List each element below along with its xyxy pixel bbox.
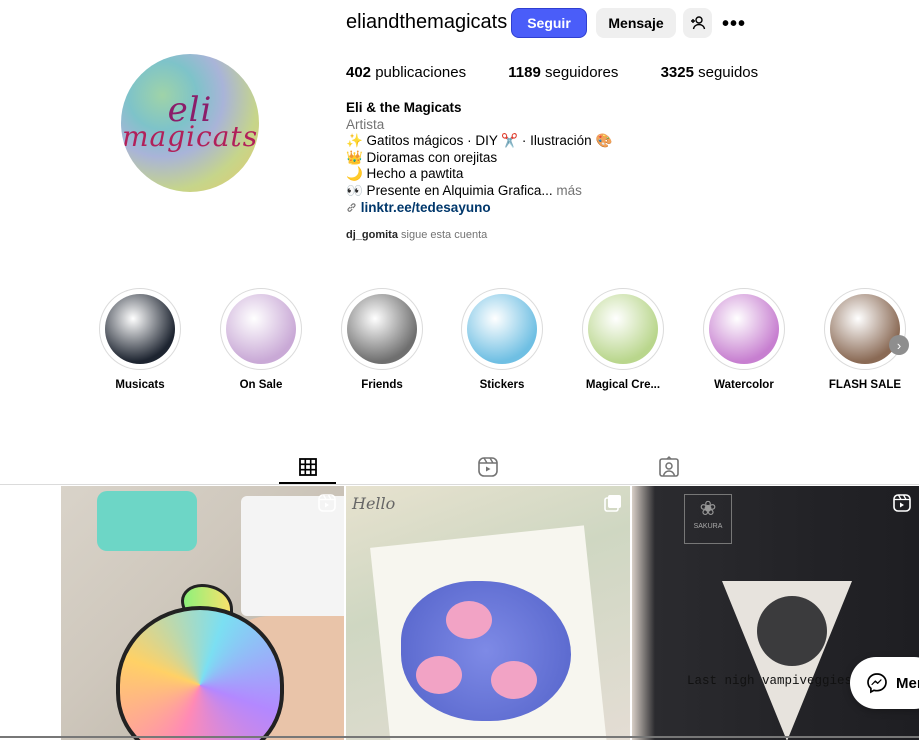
post-decor: [241, 496, 344, 616]
highlight-ring: [824, 288, 906, 370]
post-caption: Last nigh vampiveggies: [687, 674, 853, 688]
post-brand-text: SAKURA: [693, 523, 723, 530]
highlight-cover: [347, 294, 417, 364]
profile-username: eliandthemagicats: [346, 11, 508, 33]
posts-label: publicaciones: [375, 64, 467, 81]
highlight-ring: [703, 288, 785, 370]
reels-icon: [478, 457, 498, 477]
link-icon: [347, 202, 356, 212]
highlight-label: Magical Cre...: [585, 379, 661, 391]
posts-count: 402: [346, 64, 372, 81]
highlight-label: FLASH SALE: [828, 379, 902, 391]
profile-bio: Eli & the Magicats Artista ✨ Gatitos mág…: [346, 100, 612, 216]
highlight-item[interactable]: Friends: [341, 288, 423, 391]
tab-posts[interactable]: [280, 452, 336, 482]
followers-label: seguidores: [545, 64, 619, 81]
highlight-cover: [830, 294, 900, 364]
post-decor: [757, 596, 827, 666]
post-decor: [416, 656, 462, 694]
bio-line: ✨ Gatitos mágicos · DIY ✂️ · Ilustración…: [346, 133, 613, 149]
highlight-item[interactable]: Musicats: [99, 288, 181, 391]
messages-button[interactable]: Mer: [850, 657, 919, 709]
messenger-icon: [867, 673, 887, 694]
highlight-label: Musicats: [115, 379, 165, 391]
bio-line: 🌙 Hecho a pawtita: [346, 166, 464, 182]
following-label: seguidos: [698, 64, 759, 81]
following-stat[interactable]: 3325 seguidos: [661, 64, 759, 81]
highlight-ring: [582, 288, 664, 370]
more-options-icon[interactable]: •••: [722, 13, 746, 36]
bottom-edge: [0, 736, 919, 738]
highlight-item[interactable]: Magical Cre...: [582, 288, 664, 391]
profile-avatar[interactable]: eli magicats: [121, 54, 259, 192]
highlight-item[interactable]: Stickers: [461, 288, 543, 391]
followed-by-text: sigue esta cuenta: [401, 229, 488, 241]
profile-stats: 402 publicaciones 1189 seguidores 3325 s…: [346, 64, 796, 81]
highlight-item[interactable]: Watercolor: [703, 288, 785, 391]
highlight-cover: [709, 294, 779, 364]
bio-external-link[interactable]: linktr.ee/tedesayuno: [361, 200, 491, 215]
add-user-icon: [690, 16, 705, 30]
highlights-next-button[interactable]: ›: [889, 335, 909, 355]
highlight-ring: [461, 288, 543, 370]
highlight-item[interactable]: On Sale: [220, 288, 302, 391]
post-decor: [401, 581, 571, 721]
message-button[interactable]: Mensaje: [596, 8, 676, 38]
highlight-ring: [341, 288, 423, 370]
post-decor: [491, 661, 537, 699]
highlight-cover: [588, 294, 658, 364]
suggest-users-button[interactable]: [683, 8, 712, 38]
tab-reels[interactable]: [460, 452, 516, 482]
post-caption: Hello: [352, 494, 396, 513]
tabs-divider: [0, 484, 919, 485]
post-decor: [446, 601, 492, 639]
messages-label: Mer: [896, 674, 919, 692]
bio-name: Eli & the Magicats: [346, 100, 462, 115]
followed-by-user[interactable]: dj_gomita: [346, 229, 398, 241]
chevron-right-icon: ›: [896, 337, 902, 353]
followed-by-note: dj_gomita sigue esta cuenta: [346, 229, 487, 241]
follow-button[interactable]: Seguir: [511, 8, 587, 38]
highlight-ring: [99, 288, 181, 370]
avatar-text-magicats: magicats: [121, 120, 259, 153]
tab-tagged[interactable]: [641, 452, 697, 482]
post-tile[interactable]: [61, 486, 344, 740]
bio-line: 👑 Dioramas con orejitas: [346, 149, 498, 165]
bio-link-row[interactable]: linktr.ee/tedesayuno: [346, 200, 612, 217]
post-brand-label: ❀ SAKURA: [684, 494, 732, 544]
highlight-label: On Sale: [239, 379, 283, 391]
reel-badge-icon: [893, 494, 911, 512]
highlight-cover: [105, 294, 175, 364]
followers-stat[interactable]: 1189 seguidores: [508, 64, 618, 81]
grid-icon: [299, 458, 317, 476]
highlight-label: Stickers: [479, 379, 525, 391]
followers-count: 1189: [508, 64, 541, 81]
carousel-badge-icon: [604, 495, 621, 512]
bio-more-link[interactable]: más: [556, 183, 582, 198]
tagged-icon: [659, 456, 679, 477]
post-tile[interactable]: Hello: [346, 486, 630, 740]
highlight-ring: [220, 288, 302, 370]
posts-stat: 402 publicaciones: [346, 64, 466, 81]
active-tab-indicator: [279, 482, 336, 484]
bio-line-text: 👀 Presente en Alquimia Grafica...: [346, 182, 553, 198]
highlight-label: Watercolor: [714, 379, 774, 391]
following-count: 3325: [660, 64, 694, 81]
highlight-cover: [467, 294, 537, 364]
bio-category: Artista: [346, 116, 385, 132]
highlight-cover: [226, 294, 296, 364]
post-decor: [97, 491, 197, 551]
bio-line: 👀 Presente en Alquimia Grafica... más: [346, 183, 612, 200]
highlight-label: Friends: [361, 379, 403, 391]
reel-badge-icon: [318, 494, 336, 512]
